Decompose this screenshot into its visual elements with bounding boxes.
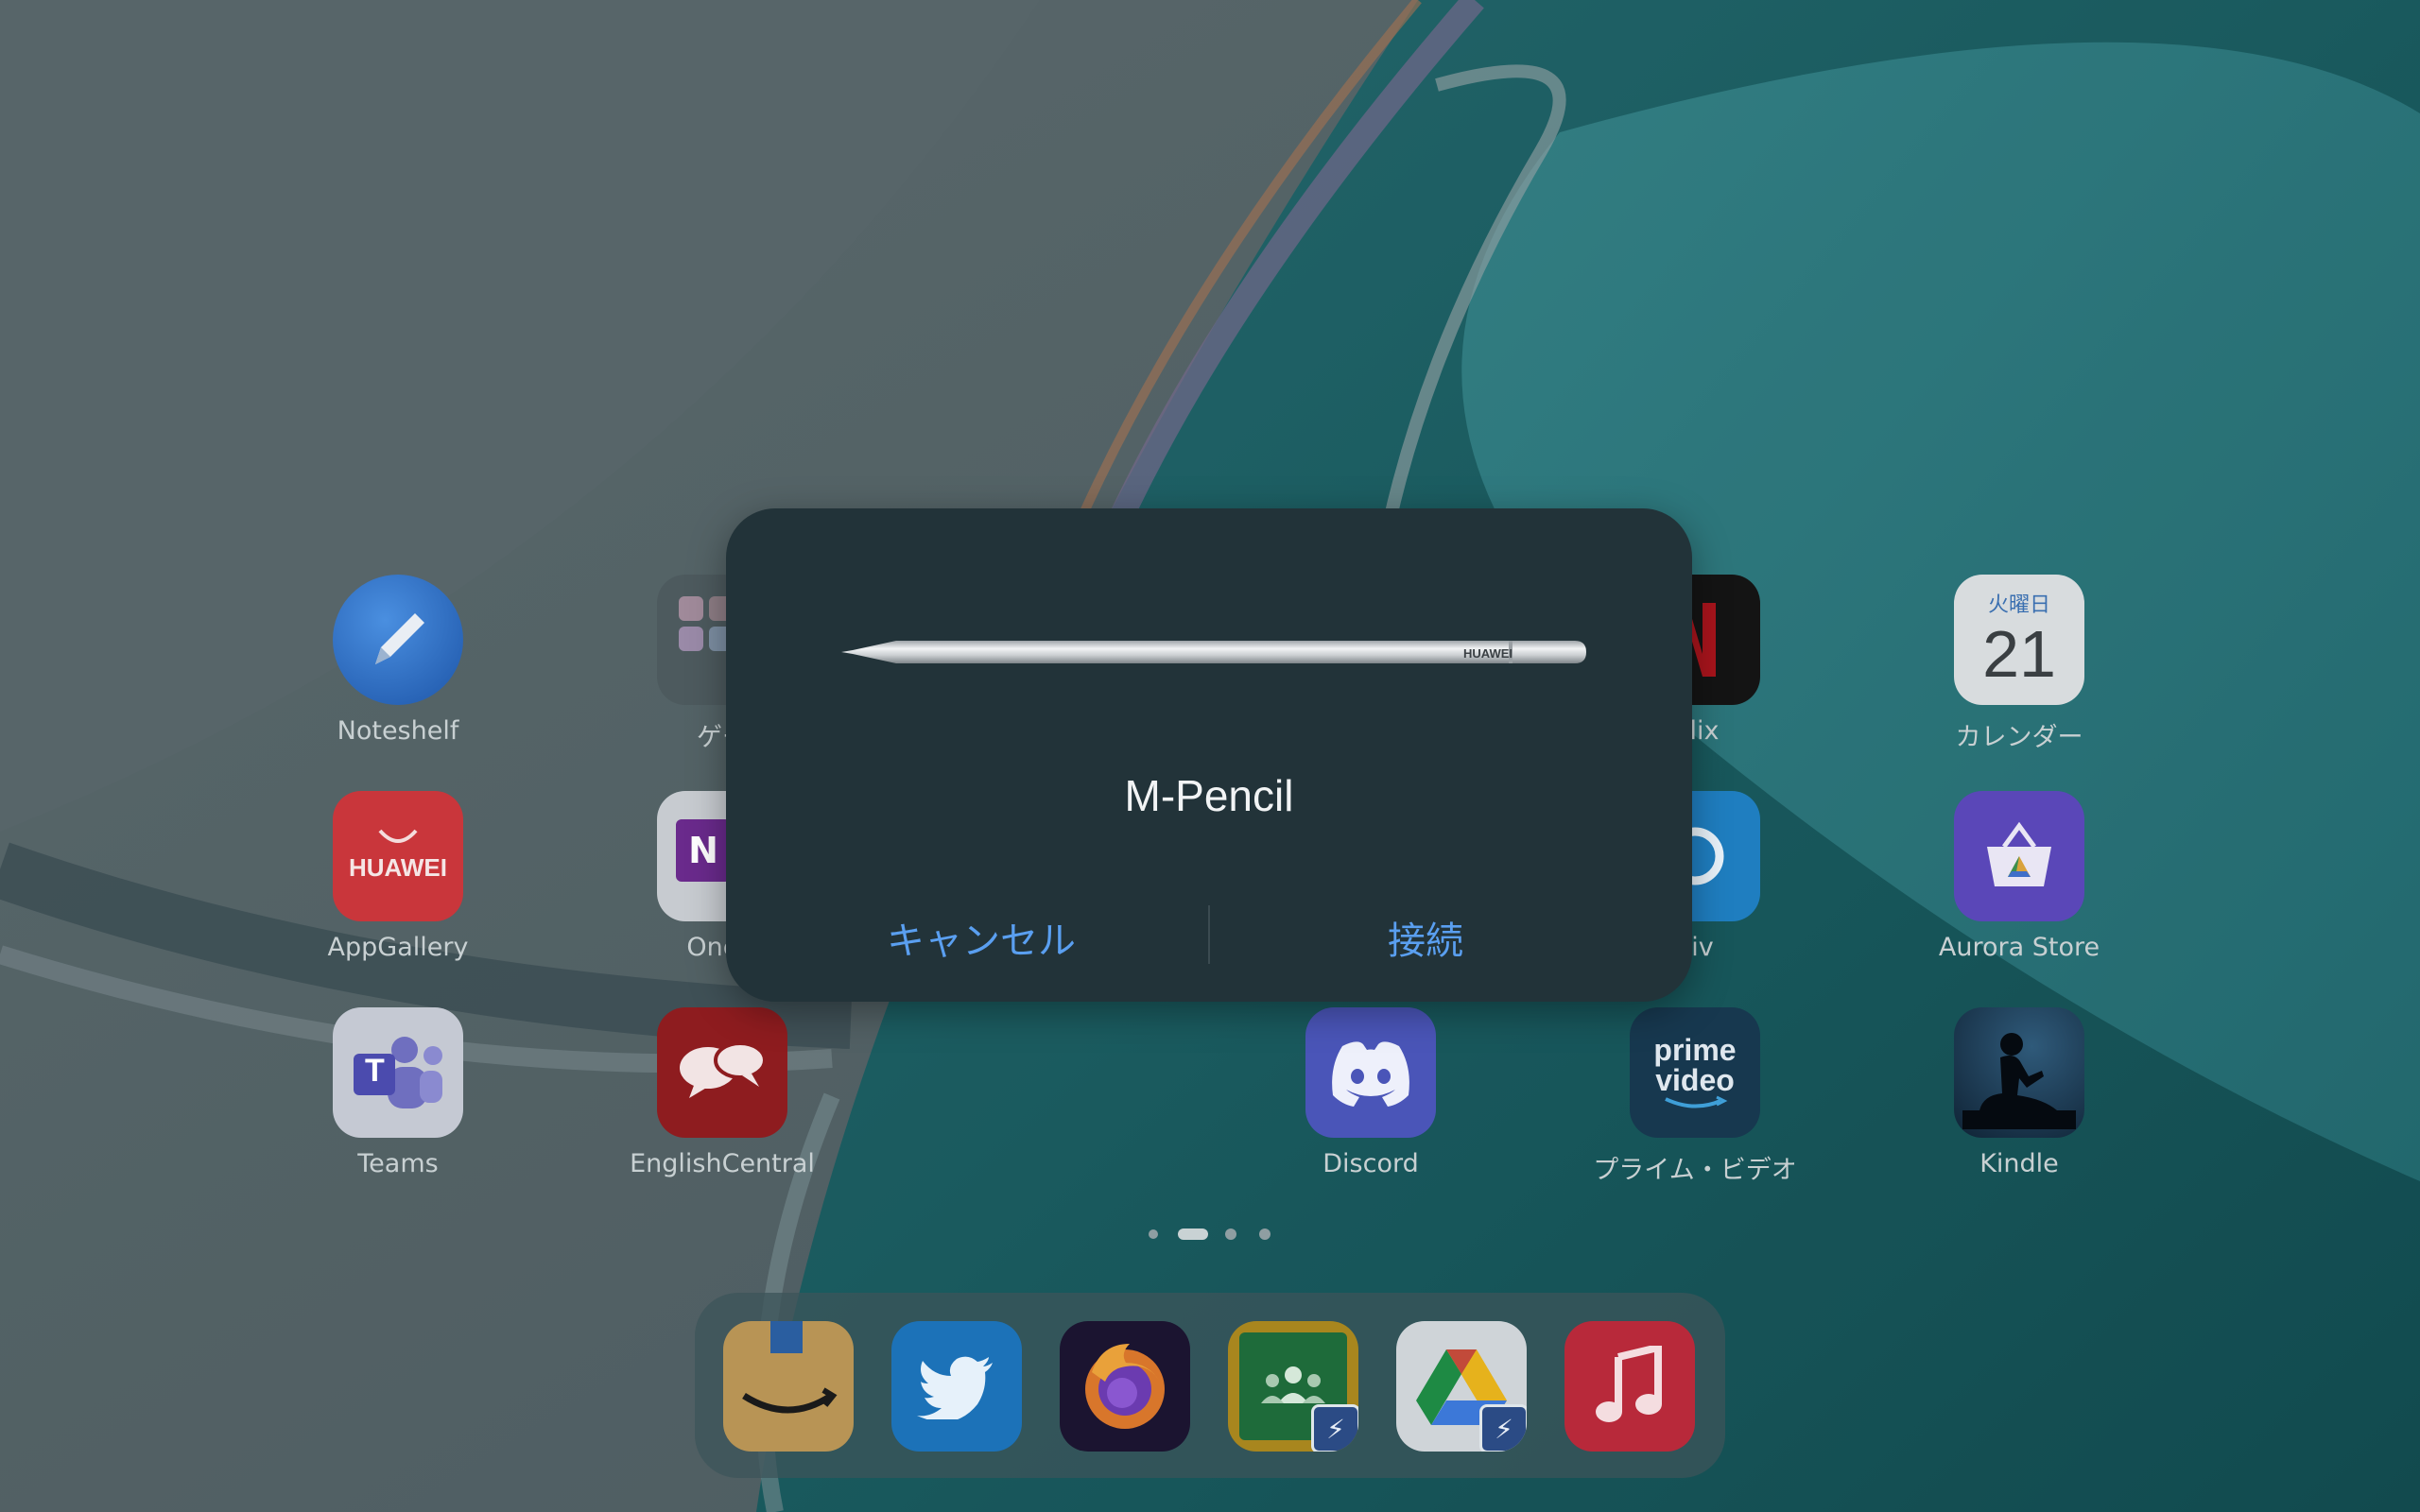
connect-button[interactable]: 接続 xyxy=(1208,903,1643,979)
cancel-button[interactable]: キャンセル xyxy=(764,903,1199,979)
englishcentral-icon xyxy=(657,1007,787,1138)
app-label: Aurora Store xyxy=(1938,933,2100,962)
firefox-icon[interactable] xyxy=(1060,1321,1190,1452)
calendar-icon: 火曜日 21 xyxy=(1954,575,2084,705)
app-label: EnglishCentral xyxy=(630,1149,815,1178)
page-dot[interactable] xyxy=(1225,1228,1236,1240)
calendar-day: 21 xyxy=(1982,617,2056,691)
pen-brand-text: HUAWEI xyxy=(1463,646,1512,661)
app-discord[interactable]: Discord xyxy=(1257,1007,1484,1178)
app-label: Discord xyxy=(1322,1149,1419,1178)
noteshelf-icon xyxy=(333,575,463,705)
google-drive-icon[interactable]: ⚡ xyxy=(1396,1321,1527,1452)
device-name: M-Pencil xyxy=(1124,771,1294,820)
app-label: プライム・ビデオ xyxy=(1593,1156,1797,1185)
app-label: Teams xyxy=(357,1149,439,1178)
m-pencil-image: HUAWEI xyxy=(841,641,1586,663)
prime-video-icon: prime video xyxy=(1630,1007,1760,1138)
page-dot-current[interactable] xyxy=(1178,1228,1208,1240)
app-teams[interactable]: T Teams xyxy=(285,1007,511,1178)
discord-icon xyxy=(1305,1007,1436,1138)
amazon-icon[interactable] xyxy=(723,1321,854,1452)
page-dot[interactable] xyxy=(1259,1228,1270,1240)
aurora-store-icon xyxy=(1954,791,2084,921)
app-label: Noteshelf xyxy=(337,716,459,746)
music-icon[interactable] xyxy=(1564,1321,1695,1452)
app-label: Kindle xyxy=(1979,1149,2059,1178)
prime-line2: video xyxy=(1655,1063,1735,1097)
teams-letter: T xyxy=(365,1053,385,1089)
lightning-badge-icon: ⚡ xyxy=(1311,1404,1358,1452)
app-calendar[interactable]: 火曜日 21 カレンダー xyxy=(1906,575,2133,753)
page-dot-negative[interactable] xyxy=(1149,1229,1158,1239)
calendar-weekday: 火曜日 xyxy=(1987,593,2050,617)
app-kindle[interactable]: Kindle xyxy=(1906,1007,2133,1178)
prime-line1: prime xyxy=(1653,1033,1737,1067)
app-aurora-store[interactable]: Aurora Store xyxy=(1906,791,2133,962)
twitter-icon[interactable] xyxy=(891,1321,1022,1452)
app-noteshelf[interactable]: Noteshelf xyxy=(285,575,511,746)
app-englishcentral[interactable]: EnglishCentral xyxy=(609,1007,836,1178)
app-label: AppGallery xyxy=(327,933,469,962)
appgallery-icon-text: HUAWEI xyxy=(349,852,447,882)
lightning-badge-icon: ⚡ xyxy=(1479,1404,1527,1452)
pencil-connect-dialog: HUAWEI M-Pencil キャンセル 接続 xyxy=(726,508,1692,1002)
google-classroom-icon[interactable]: ⚡ xyxy=(1228,1321,1358,1452)
dock: ⚡ ⚡ xyxy=(695,1293,1725,1478)
kindle-icon xyxy=(1954,1007,2084,1138)
app-appgallery[interactable]: HUAWEI AppGallery xyxy=(285,791,511,962)
onenote-letter: N xyxy=(676,819,731,882)
app-prime-video[interactable]: prime video プライム・ビデオ xyxy=(1582,1007,1808,1186)
appgallery-icon: HUAWEI xyxy=(333,791,463,921)
teams-icon: T xyxy=(333,1007,463,1138)
app-label: カレンダー xyxy=(1955,723,2083,752)
